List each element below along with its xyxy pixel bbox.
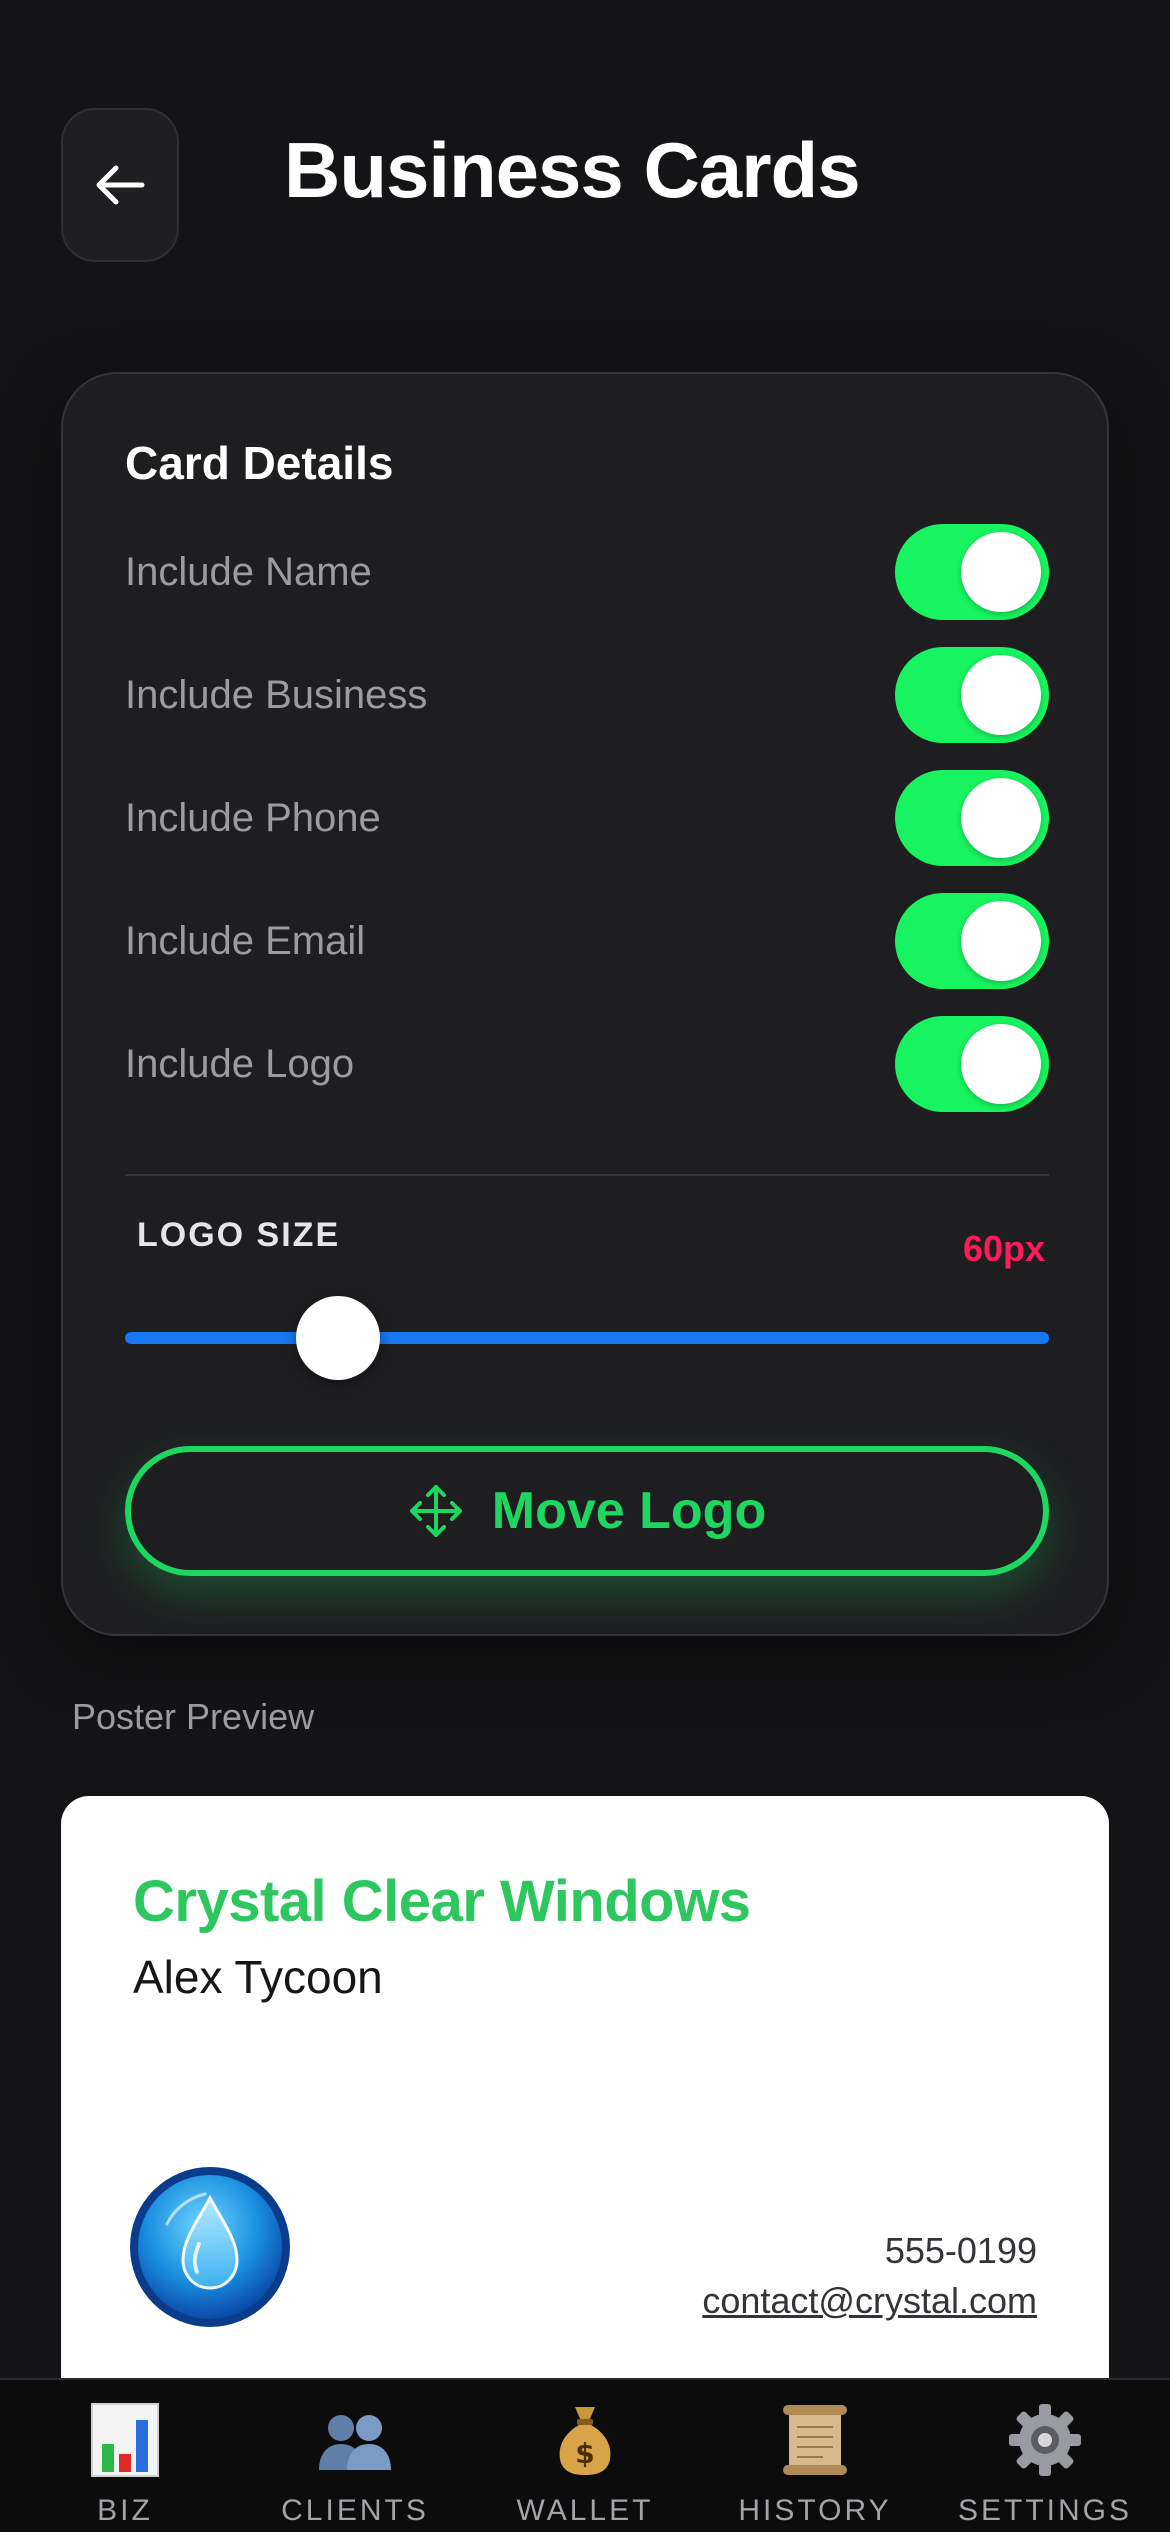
- gear-icon: [1008, 2398, 1082, 2482]
- include-phone-toggle[interactable]: [895, 770, 1049, 866]
- toggle-knob: [961, 532, 1041, 612]
- tab-biz[interactable]: BIZ: [15, 2380, 235, 2528]
- page-title: Business Cards: [284, 126, 861, 214]
- tab-wallet[interactable]: $ WALLET: [475, 2380, 695, 2528]
- scroll-icon: [779, 2398, 851, 2482]
- logo-size-value: 60px: [962, 1228, 1045, 1269]
- money-bag-icon: $: [553, 2398, 617, 2482]
- card-details-panel: Card Details Include Name Include Busine…: [61, 372, 1109, 1636]
- tab-clients[interactable]: CLIENTS: [245, 2380, 465, 2528]
- tab-label: CLIENTS: [281, 2494, 429, 2527]
- toggle-knob: [961, 901, 1041, 981]
- card-details-title: Card Details: [125, 437, 394, 489]
- business-cards-screen: Business Cards Card Details Include Name…: [0, 0, 1170, 2532]
- business-name: Crystal Clear Windows: [133, 1869, 751, 1934]
- divider: [125, 1174, 1049, 1176]
- toggle-row-include-phone: Include Phone: [125, 770, 1049, 866]
- move-arrows-icon: [409, 1485, 462, 1537]
- back-button[interactable]: [61, 108, 179, 262]
- logo-size-slider-thumb[interactable]: [295, 1296, 380, 1380]
- include-name-toggle[interactable]: [895, 524, 1049, 620]
- people-icon: [315, 2398, 395, 2482]
- include-business-toggle[interactable]: [895, 647, 1049, 743]
- toggle-row-include-business: Include Business: [125, 647, 1049, 743]
- logo-size-label: LOGO SIZE: [137, 1216, 341, 1254]
- tab-label: HISTORY: [738, 2494, 892, 2527]
- bottom-tab-bar: BIZ CLIENTS $ WALLET HISTORY SETTINGS: [0, 2378, 1170, 2532]
- toggle-knob: [961, 1024, 1041, 1104]
- toggle-label: Include Phone: [125, 795, 381, 840]
- tab-label: WALLET: [516, 2494, 654, 2527]
- include-email-toggle[interactable]: [895, 893, 1049, 989]
- phone-number: 555-0199: [884, 2230, 1037, 2271]
- toggle-knob: [961, 778, 1041, 858]
- tab-label: BIZ: [97, 2494, 153, 2527]
- tab-settings[interactable]: SETTINGS: [935, 2380, 1155, 2528]
- arrow-left-icon: [96, 165, 145, 205]
- toggle-label: Include Email: [125, 918, 366, 963]
- tab-label: SETTINGS: [957, 2494, 1132, 2527]
- include-logo-toggle[interactable]: [895, 1016, 1049, 1112]
- toggle-row-include-email: Include Email: [125, 893, 1049, 989]
- email-link[interactable]: contact@crystal.com: [702, 2280, 1037, 2322]
- person-name: Alex Tycoon: [133, 1951, 383, 2003]
- toggle-row-include-logo: Include Logo: [125, 1016, 1049, 1112]
- svg-text:$: $: [575, 2437, 594, 2470]
- water-drop-icon: [127, 2164, 293, 2330]
- move-logo-label: Move Logo: [491, 1482, 767, 1540]
- toggle-label: Include Name: [125, 549, 372, 594]
- poster-preview-label: Poster Preview: [72, 1696, 315, 1737]
- logo-size-slider-track[interactable]: [125, 1332, 1049, 1344]
- toggle-label: Include Business: [125, 672, 428, 717]
- toggle-label: Include Logo: [125, 1041, 355, 1086]
- tab-history[interactable]: HISTORY: [705, 2380, 925, 2528]
- bar-chart-icon: [90, 2398, 160, 2482]
- toggle-row-include-name: Include Name: [125, 524, 1049, 620]
- move-logo-button[interactable]: Move Logo: [125, 1446, 1049, 1576]
- toggle-knob: [961, 655, 1041, 735]
